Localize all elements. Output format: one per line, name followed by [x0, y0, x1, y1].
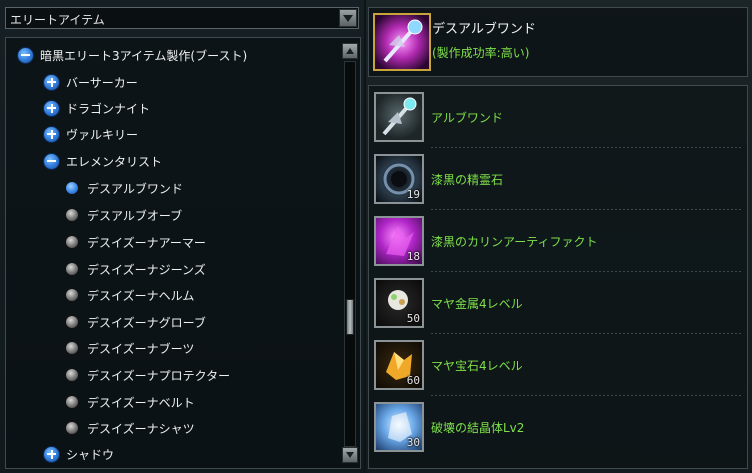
tree-category-berserker[interactable]: バーサーカー [43, 71, 138, 93]
tree-item-label: デスイズーナブーツ [87, 341, 195, 356]
tree-category-label: シャドウ [66, 447, 115, 462]
tree-item-label: デスイズーナプロテクター [87, 368, 231, 383]
tree-item[interactable]: デスイズーナベルト [65, 391, 195, 413]
tree-category-label: エレメンタリスト [66, 154, 163, 169]
scroll-track[interactable] [344, 61, 356, 447]
scroll-down-icon[interactable] [342, 447, 358, 463]
tree-item[interactable]: デスイズーナグローブ [65, 311, 206, 333]
radio-icon [65, 262, 79, 276]
material-quantity: 18 [406, 250, 420, 263]
tree-scrollbar[interactable] [342, 43, 358, 465]
material-quantity: 30 [406, 436, 420, 449]
radio-icon [65, 368, 79, 382]
tree-item[interactable]: デスイズーナシャツ [65, 417, 195, 439]
tree-category-elementalist[interactable]: エレメンタリスト [43, 150, 162, 172]
result-item-name: デスアルブワンド [432, 22, 536, 37]
radio-icon [65, 288, 79, 302]
selected-radio-icon [65, 181, 79, 195]
tree-item[interactable]: デスイズーナヘルム [65, 284, 194, 306]
tree-item[interactable]: デスアルブオーブ [65, 204, 182, 226]
tree-item-label: デスイズーナベルト [87, 395, 195, 410]
material-name: 漆黒の精霊石 [431, 173, 504, 187]
radio-icon [65, 315, 79, 329]
expand-icon[interactable] [43, 125, 60, 143]
collapse-icon[interactable] [43, 152, 60, 170]
expand-icon[interactable] [43, 99, 60, 117]
radio-icon [65, 395, 79, 409]
scroll-up-icon[interactable] [342, 43, 358, 59]
tree-item[interactable]: デスイズーナブーツ [65, 337, 194, 359]
material-quantity: 50 [406, 312, 420, 325]
tree-category-label: ドラゴンナイト [66, 101, 151, 116]
tree-category-label: バーサーカー [66, 75, 138, 90]
dropdown-arrow-icon[interactable] [339, 9, 357, 27]
tree-item[interactable]: デスイズーナアーマー [65, 231, 206, 253]
expand-icon[interactable] [43, 445, 60, 463]
recipe-list-panel: エリートアイテム 暗黒エリート3アイテム製作(ブースト) バーサーカー ドラゴン… [0, 0, 364, 473]
tree-item-label: デスイズーナジーンズ [87, 262, 206, 277]
radio-icon [65, 235, 79, 249]
collapse-icon[interactable] [17, 46, 34, 64]
wand-icon[interactable] [374, 92, 424, 142]
expand-icon[interactable] [43, 73, 60, 91]
tree-category-shadow[interactable]: シャドウ [43, 443, 114, 465]
scroll-thumb[interactable] [346, 299, 354, 335]
category-dropdown-label: エリートアイテム [10, 13, 105, 27]
radio-icon [65, 341, 79, 355]
category-dropdown[interactable]: エリートアイテム [5, 7, 359, 29]
material-quantity: 60 [406, 374, 420, 387]
tree-item[interactable]: デスイズーナジーンズ [65, 258, 206, 280]
tree-item-label: デスイズーナアーマー [87, 235, 206, 250]
material-name: アルブワンド [431, 111, 503, 125]
success-rate-text: (製作成功率:高い) [432, 46, 530, 60]
spirit-stone-icon[interactable]: 19 [374, 154, 424, 204]
result-item-box: デスアルブワンド (製作成功率:高い) [368, 7, 748, 77]
material-row: 50 マヤ金属4レベル [369, 272, 747, 334]
material-row: 18 漆黒のカリンアーティファクト [369, 210, 747, 272]
artifact-icon[interactable]: 18 [374, 216, 424, 266]
tree-category-label: ヴァルキリー [66, 127, 139, 142]
tree-root[interactable]: 暗黒エリート3アイテム製作(ブースト) [17, 44, 247, 66]
materials-list: アルブワンド 19 漆黒の精霊石 18 漆黒のカリンアーティファクト 50 マヤ… [368, 85, 748, 469]
crystal-icon[interactable]: 30 [374, 402, 424, 452]
wand-icon[interactable] [373, 13, 431, 71]
metal-icon[interactable]: 50 [374, 278, 424, 328]
material-row: アルブワンド [369, 86, 747, 148]
material-name: マヤ宝石4レベル [431, 359, 523, 373]
tree-item[interactable]: デスイズーナプロテクター [65, 364, 230, 386]
material-name: マヤ金属4レベル [431, 297, 523, 311]
material-row: 19 漆黒の精霊石 [369, 148, 747, 210]
tree-item-label: デスイズーナグローブ [87, 315, 206, 330]
tree-item-label: デスイズーナヘルム [87, 288, 195, 303]
gem-icon[interactable]: 60 [374, 340, 424, 390]
material-name: 破壊の結晶体Lv2 [431, 421, 525, 435]
tree-root-label: 暗黒エリート3アイテム製作(ブースト) [40, 48, 248, 63]
tree-item-label: デスイズーナシャツ [87, 421, 195, 436]
material-quantity: 19 [406, 188, 420, 201]
radio-icon [65, 421, 79, 435]
tree-category-valkyrie[interactable]: ヴァルキリー [43, 123, 138, 145]
material-name: 漆黒のカリンアーティファクト [431, 235, 598, 249]
tree-category-dragon-knight[interactable]: ドラゴンナイト [43, 97, 150, 119]
tree-item-label: デスアルブワンド [87, 181, 183, 196]
radio-icon [65, 208, 79, 222]
material-row: 30 破壊の結晶体Lv2 [369, 396, 747, 458]
tree-item-label: デスアルブオーブ [87, 208, 183, 223]
tree-item[interactable]: デスアルブワンド [65, 177, 183, 199]
material-row: 60 マヤ宝石4レベル [369, 334, 747, 396]
